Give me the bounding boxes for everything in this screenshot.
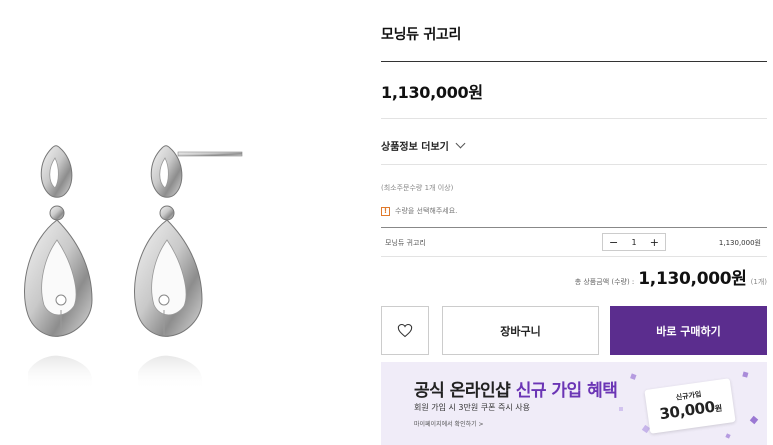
chevron-down-icon xyxy=(455,138,466,149)
total-value: 1,130,000원 xyxy=(638,269,747,289)
quantity-value[interactable]: 1 xyxy=(631,238,636,247)
quantity-stepper[interactable]: − 1 + xyxy=(602,233,666,251)
selected-item-price: 1,130,000원 xyxy=(718,239,761,247)
buy-now-button[interactable]: 바로 구매하기 xyxy=(610,306,767,355)
total-count: (1개) xyxy=(750,278,767,286)
more-info-label: 상품정보 더보기 xyxy=(381,142,449,153)
divider xyxy=(381,118,767,119)
heart-icon xyxy=(397,323,413,338)
earring-image xyxy=(24,145,243,390)
more-info-toggle[interactable]: 상품정보 더보기 xyxy=(381,138,466,153)
quantity-decrease-button[interactable]: − xyxy=(609,236,618,249)
product-title: 모닝듀 귀고리 xyxy=(381,27,462,43)
signup-promo-banner[interactable]: 공식 온라인샵 신규 가입 혜택 회원 가입 시 3만원 쿠폰 즉시 사용 마이… xyxy=(381,362,767,445)
selected-item-name: 모닝듀 귀고리 xyxy=(385,239,426,247)
quantity-warning: ! 수량을 선택해주세요. xyxy=(381,206,457,216)
divider xyxy=(381,256,767,257)
warning-icon: ! xyxy=(381,206,390,216)
product-info-panel: 모닝듀 귀고리 1,130,000원 상품정보 더보기 (최소주문수량 1개 이… xyxy=(381,0,767,445)
min-order-note: (최소주문수량 1개 이상) xyxy=(381,184,454,192)
product-image xyxy=(0,0,300,445)
divider xyxy=(381,164,767,165)
total-amount: 총 상품금액 (수량) : 1,130,000원 (1개) xyxy=(575,264,767,289)
wishlist-button[interactable] xyxy=(381,306,429,355)
total-label: 총 상품금액 (수량) : xyxy=(574,278,635,286)
divider xyxy=(381,227,767,228)
divider xyxy=(381,61,767,62)
product-price: 1,130,000원 xyxy=(381,83,483,102)
coupon-unit: 원 xyxy=(714,403,723,414)
add-to-cart-button[interactable]: 장바구니 xyxy=(442,306,599,355)
quantity-increase-button[interactable]: + xyxy=(650,236,659,249)
selected-item-row: 모닝듀 귀고리 − 1 + 1,130,000원 xyxy=(381,229,767,255)
warning-text: 수량을 선택해주세요. xyxy=(395,207,458,215)
